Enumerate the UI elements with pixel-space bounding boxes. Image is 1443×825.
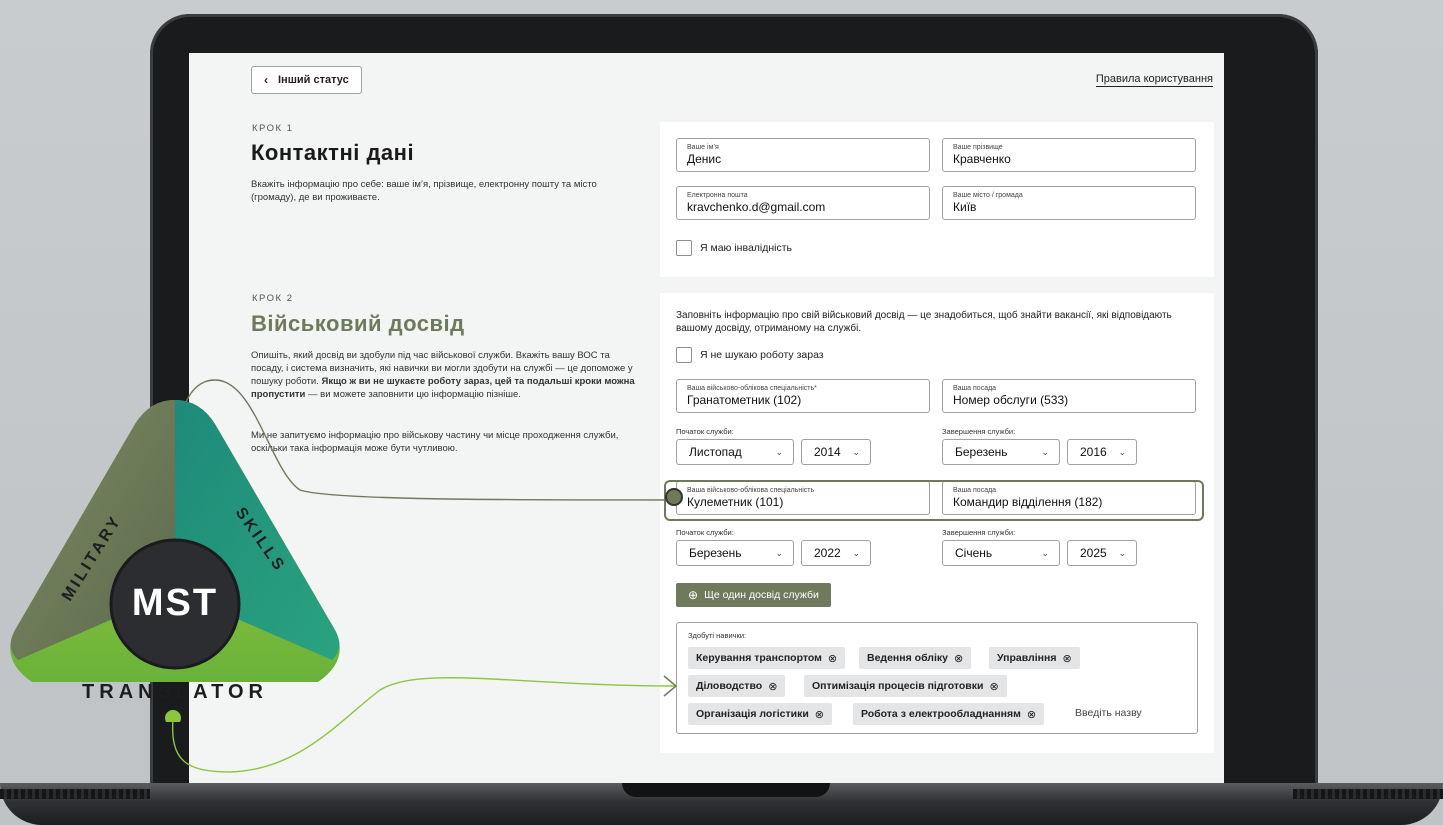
connector-dot xyxy=(665,488,683,506)
connector-dot xyxy=(163,708,183,722)
mst-logo: MST MILITARY SKILLS TRANSLATOR xyxy=(10,400,340,722)
logo-center-text: MST xyxy=(132,582,218,624)
logo-bottom-word: TRANSLATOR xyxy=(82,681,268,703)
